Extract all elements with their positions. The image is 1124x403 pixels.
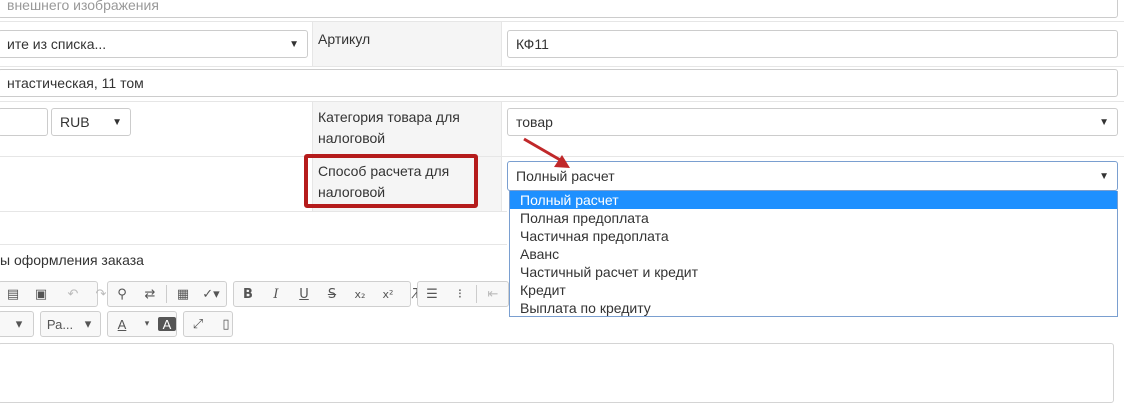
- maximize-icon[interactable]: ⤢: [184, 312, 212, 336]
- row-divider: [0, 21, 1124, 22]
- list-toolbar-group: ☰ ⁝ ⇤: [417, 281, 509, 307]
- format-select-value: Ра...: [46, 316, 74, 332]
- payment-option[interactable]: Частичная предоплата: [510, 227, 1117, 245]
- payment-option[interactable]: Полная предоплата: [510, 209, 1117, 227]
- undo-icon[interactable]: ↶: [59, 282, 87, 306]
- manufacturer-select[interactable]: ите из списка... ▼: [0, 30, 308, 58]
- payment-option[interactable]: Аванс: [510, 245, 1117, 263]
- row-divider: [0, 211, 507, 212]
- strikethrough-button[interactable]: S: [318, 282, 346, 306]
- toolbar-separator: [166, 285, 167, 303]
- address-value: нтастическая, 11 том: [7, 75, 144, 91]
- image-url-field[interactable]: внешнего изображения: [0, 0, 1118, 18]
- tax-category-label: Категория товара для налоговой: [318, 109, 460, 146]
- styles-select[interactable]: ▾: [0, 311, 34, 337]
- show-blocks-icon[interactable]: ▯: [212, 312, 240, 336]
- underline-button[interactable]: U: [290, 282, 318, 306]
- select-all-icon[interactable]: ▦: [169, 282, 197, 306]
- address-input[interactable]: нтастическая, 11 том: [0, 69, 1118, 97]
- clipboard-toolbar-group: ▤ ▣ ↶ ↷: [0, 281, 106, 307]
- chevron-down-icon: ▼: [1099, 170, 1109, 182]
- row-divider: [0, 244, 507, 245]
- article-value: КФ11: [516, 36, 549, 52]
- row-divider: [0, 101, 1124, 102]
- toolbar-separator: [476, 285, 477, 303]
- chevron-down-icon[interactable]: ▾: [136, 312, 158, 336]
- paste-word-icon[interactable]: ▣: [27, 282, 55, 306]
- background-color-button[interactable]: A: [158, 317, 176, 332]
- numbered-list-icon[interactable]: ☰: [418, 282, 446, 306]
- tax-category-value: товар: [516, 114, 553, 130]
- color-toolbar-group: A ▾ A ▾: [107, 311, 189, 337]
- bold-button[interactable]: B: [234, 282, 262, 306]
- payment-option[interactable]: Кредит: [510, 281, 1117, 299]
- payment-option[interactable]: Частичный расчет и кредит: [510, 263, 1117, 281]
- chevron-down-icon: ▼: [1099, 116, 1109, 128]
- chevron-down-icon: ▾: [15, 316, 23, 332]
- search-icon[interactable]: ⚲: [108, 282, 136, 306]
- column-divider: [501, 21, 502, 66]
- currency-select[interactable]: RUB ▼: [51, 108, 131, 136]
- format-toolbar-group: B I U S x₂ x² T̸ₓ: [233, 281, 427, 307]
- highlight-box: [304, 154, 478, 208]
- currency-value: RUB: [60, 114, 90, 130]
- article-input[interactable]: КФ11: [507, 30, 1118, 58]
- chevron-down-icon: ▼: [112, 116, 122, 128]
- manufacturer-select-value: ите из списка...: [7, 36, 107, 52]
- italic-button[interactable]: I: [262, 282, 290, 306]
- text-color-button[interactable]: A: [108, 312, 136, 336]
- chevron-down-icon: ▼: [289, 38, 299, 50]
- spellcheck-icon[interactable]: ✓▾: [197, 282, 225, 306]
- bulleted-list-icon[interactable]: ⁝: [446, 282, 474, 306]
- chevron-down-icon: ▾: [84, 316, 92, 332]
- row-divider: [0, 66, 1124, 67]
- outdent-icon[interactable]: ⇤: [479, 282, 507, 306]
- format-select[interactable]: Ра... ▾: [40, 311, 101, 337]
- article-label: Артикул: [318, 31, 371, 47]
- find-toolbar-group: ⚲ ⇄ ▦ ✓▾: [107, 281, 227, 307]
- price-input[interactable]: [0, 108, 48, 136]
- annotation-arrow-icon: [523, 137, 570, 168]
- view-toolbar-group: ⤢ ▯: [183, 311, 233, 337]
- payment-option[interactable]: Выплата по кредиту: [510, 299, 1117, 317]
- subscript-button[interactable]: x₂: [346, 282, 374, 306]
- replace-icon[interactable]: ⇄: [136, 282, 164, 306]
- payment-method-dropdown: Полный расчет Полная предоплата Частичная …: [509, 191, 1118, 317]
- order-section-label: ы оформления заказа: [0, 252, 144, 268]
- payment-option[interactable]: Полный расчет: [510, 191, 1117, 209]
- editor-content-area[interactable]: [0, 343, 1114, 403]
- superscript-button[interactable]: x²: [374, 282, 402, 306]
- payment-method-select[interactable]: Полный расчет ▼: [507, 161, 1118, 191]
- paste-text-icon[interactable]: ▤: [0, 282, 27, 306]
- tax-category-select[interactable]: товар ▼: [507, 108, 1118, 136]
- image-url-placeholder: внешнего изображения: [7, 0, 159, 13]
